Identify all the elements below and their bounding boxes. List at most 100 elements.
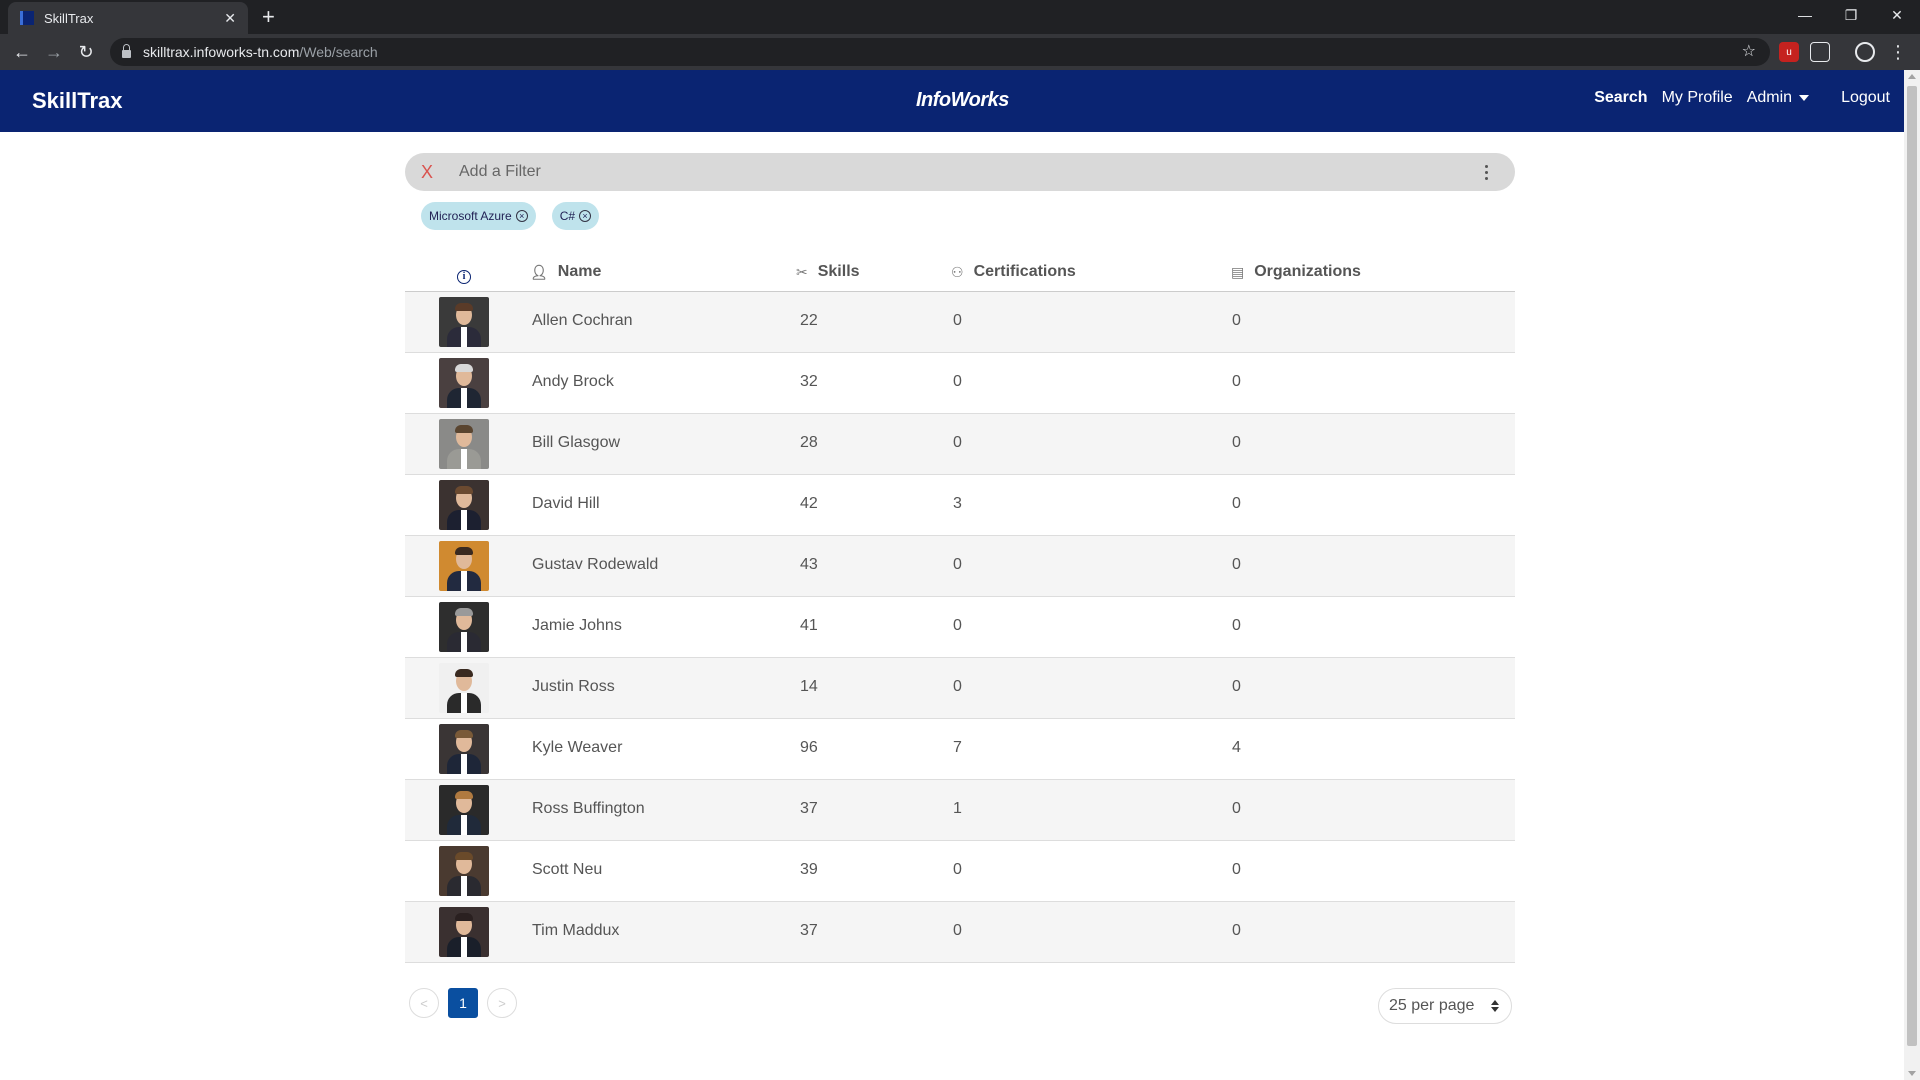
close-window-icon[interactable]: ✕ xyxy=(1874,0,1920,30)
forward-icon[interactable]: → xyxy=(42,40,66,64)
column-certifications-label: Certifications xyxy=(973,263,1076,280)
filter-chip-label: C# xyxy=(559,209,576,223)
browser-tab[interactable]: SkillTrax ✕ xyxy=(8,2,248,34)
avatar[interactable] xyxy=(439,724,489,774)
column-header-skills[interactable]: ✂ Skills xyxy=(796,263,860,281)
avatar[interactable] xyxy=(439,541,489,591)
bookmark-star-icon[interactable]: ☆ xyxy=(1742,41,1756,61)
cell-name[interactable]: Ross Buffington xyxy=(532,800,645,818)
reader-extension-icon[interactable] xyxy=(1810,42,1830,62)
cell-skills: 42 xyxy=(800,495,818,512)
column-header-organizations[interactable]: ▤ Organizations xyxy=(1231,263,1361,281)
nav-profile-link[interactable]: My Profile xyxy=(1662,89,1733,107)
cell-name[interactable]: Andy Brock xyxy=(532,373,614,391)
per-page-value: 25 per page xyxy=(1389,997,1475,1014)
ublock-extension-icon[interactable]: u xyxy=(1779,42,1799,62)
clear-filters-button[interactable]: X xyxy=(421,162,441,183)
prev-page-button[interactable]: < xyxy=(409,988,439,1018)
cell-organizations: 0 xyxy=(1232,861,1241,878)
table-row[interactable]: Jamie Johns 41 0 0 xyxy=(405,597,1515,658)
cell-name[interactable]: Bill Glasgow xyxy=(532,434,620,452)
remove-chip-icon[interactable]: × xyxy=(515,210,528,222)
page-scrollbar[interactable] xyxy=(1904,70,1920,1080)
address-bar[interactable]: skilltrax.infoworks-tn.com/Web/search ☆ xyxy=(110,38,1770,66)
avatar[interactable] xyxy=(439,419,489,469)
scroll-down-icon[interactable] xyxy=(1908,1071,1916,1076)
avatar[interactable] xyxy=(439,785,489,835)
cell-name[interactable]: Justin Ross xyxy=(532,678,615,696)
column-header-certifications[interactable]: ⚇ Certifications xyxy=(951,263,1076,281)
column-header-name[interactable]: 👤︎ Name xyxy=(530,263,601,281)
reload-icon[interactable]: ↻ xyxy=(74,40,98,64)
brand-title[interactable]: SkillTrax xyxy=(32,88,123,114)
remove-chip-icon[interactable]: × xyxy=(579,210,592,222)
cell-name[interactable]: Kyle Weaver xyxy=(532,739,622,757)
scroll-up-icon[interactable] xyxy=(1908,74,1916,79)
pagination: < 1 > xyxy=(409,988,526,1018)
main-nav: Search My Profile Admin Logout xyxy=(1580,89,1890,107)
nav-logout-link[interactable]: Logout xyxy=(1841,89,1890,107)
minimize-icon[interactable]: — xyxy=(1782,0,1828,30)
avatar[interactable] xyxy=(439,297,489,347)
table-row[interactable]: Justin Ross 14 0 0 xyxy=(405,658,1515,719)
cell-name[interactable]: Allen Cochran xyxy=(532,312,633,330)
filter-chip[interactable]: C# × xyxy=(551,202,600,230)
table-row[interactable]: Gustav Rodewald 43 0 0 xyxy=(405,536,1515,597)
avatar[interactable] xyxy=(439,358,489,408)
table-header: i 👤︎ Name ✂ Skills ⚇ Certifications ▤ Organi… xyxy=(405,256,1515,292)
cell-certifications: 7 xyxy=(953,739,962,756)
cell-skills: 22 xyxy=(800,312,818,329)
results-table: i 👤︎ Name ✂ Skills ⚇ Certifications ▤ Organi… xyxy=(405,256,1515,963)
tools-icon: ✂ xyxy=(796,263,808,280)
cell-certifications: 0 xyxy=(953,922,962,939)
back-icon[interactable]: ← xyxy=(10,40,34,64)
table-row[interactable]: Tim Maddux 37 0 0 xyxy=(405,902,1515,963)
nav-search-link[interactable]: Search xyxy=(1594,89,1647,107)
cell-name[interactable]: Jamie Johns xyxy=(532,617,622,635)
cell-skills: 96 xyxy=(800,739,818,756)
table-row[interactable]: Scott Neu 39 0 0 xyxy=(405,841,1515,902)
table-row[interactable]: Andy Brock 32 0 0 xyxy=(405,353,1515,414)
avatar[interactable] xyxy=(439,907,489,957)
scroll-thumb[interactable] xyxy=(1907,86,1917,1046)
info-icon[interactable]: i xyxy=(457,270,471,284)
cell-skills: 39 xyxy=(800,861,818,878)
filter-options-icon[interactable] xyxy=(1471,157,1501,187)
avatar[interactable] xyxy=(439,480,489,530)
nav-admin-dropdown[interactable]: Admin xyxy=(1747,89,1810,107)
tab-close-icon[interactable]: ✕ xyxy=(224,10,236,27)
cell-organizations: 0 xyxy=(1232,800,1241,817)
avatar[interactable] xyxy=(439,846,489,896)
table-row[interactable]: David Hill 42 3 0 xyxy=(405,475,1515,536)
page-1-button[interactable]: 1 xyxy=(448,988,478,1018)
filter-chip[interactable]: Microsoft Azure × xyxy=(421,202,536,230)
next-page-button[interactable]: > xyxy=(487,988,517,1018)
cell-name[interactable]: David Hill xyxy=(532,495,600,513)
table-row[interactable]: Kyle Weaver 96 7 4 xyxy=(405,719,1515,780)
restore-icon[interactable]: ❐ xyxy=(1828,0,1874,30)
browser-toolbar: ← → ↻ skilltrax.infoworks-tn.com/Web/sea… xyxy=(0,34,1920,70)
browser-menu-icon[interactable]: ⋮ xyxy=(1886,40,1910,64)
cell-organizations: 0 xyxy=(1232,678,1241,695)
table-row[interactable]: Ross Buffington 37 1 0 xyxy=(405,780,1515,841)
cell-certifications: 3 xyxy=(953,495,962,512)
window-controls: — ❐ ✕ xyxy=(1782,0,1920,30)
per-page-select[interactable]: 25 per page xyxy=(1378,988,1512,1024)
new-tab-button[interactable]: + xyxy=(262,4,275,30)
cell-organizations: 0 xyxy=(1232,373,1241,390)
cell-organizations: 0 xyxy=(1232,617,1241,634)
avatar[interactable] xyxy=(439,663,489,713)
cell-name[interactable]: Scott Neu xyxy=(532,861,602,879)
award-icon: ⚇ xyxy=(951,263,964,280)
person-icon: 👤︎ xyxy=(530,263,548,280)
table-row[interactable]: Bill Glasgow 28 0 0 xyxy=(405,414,1515,475)
cell-name[interactable]: Tim Maddux xyxy=(532,922,619,940)
profile-avatar-icon[interactable] xyxy=(1855,42,1875,62)
table-row[interactable]: Allen Cochran 22 0 0 xyxy=(405,292,1515,353)
avatar[interactable] xyxy=(439,602,489,652)
filter-input[interactable] xyxy=(459,157,1471,187)
cell-certifications: 0 xyxy=(953,312,962,329)
chevron-down-icon xyxy=(1799,94,1810,101)
tab-title: SkillTrax xyxy=(44,10,94,26)
cell-name[interactable]: Gustav Rodewald xyxy=(532,556,658,574)
